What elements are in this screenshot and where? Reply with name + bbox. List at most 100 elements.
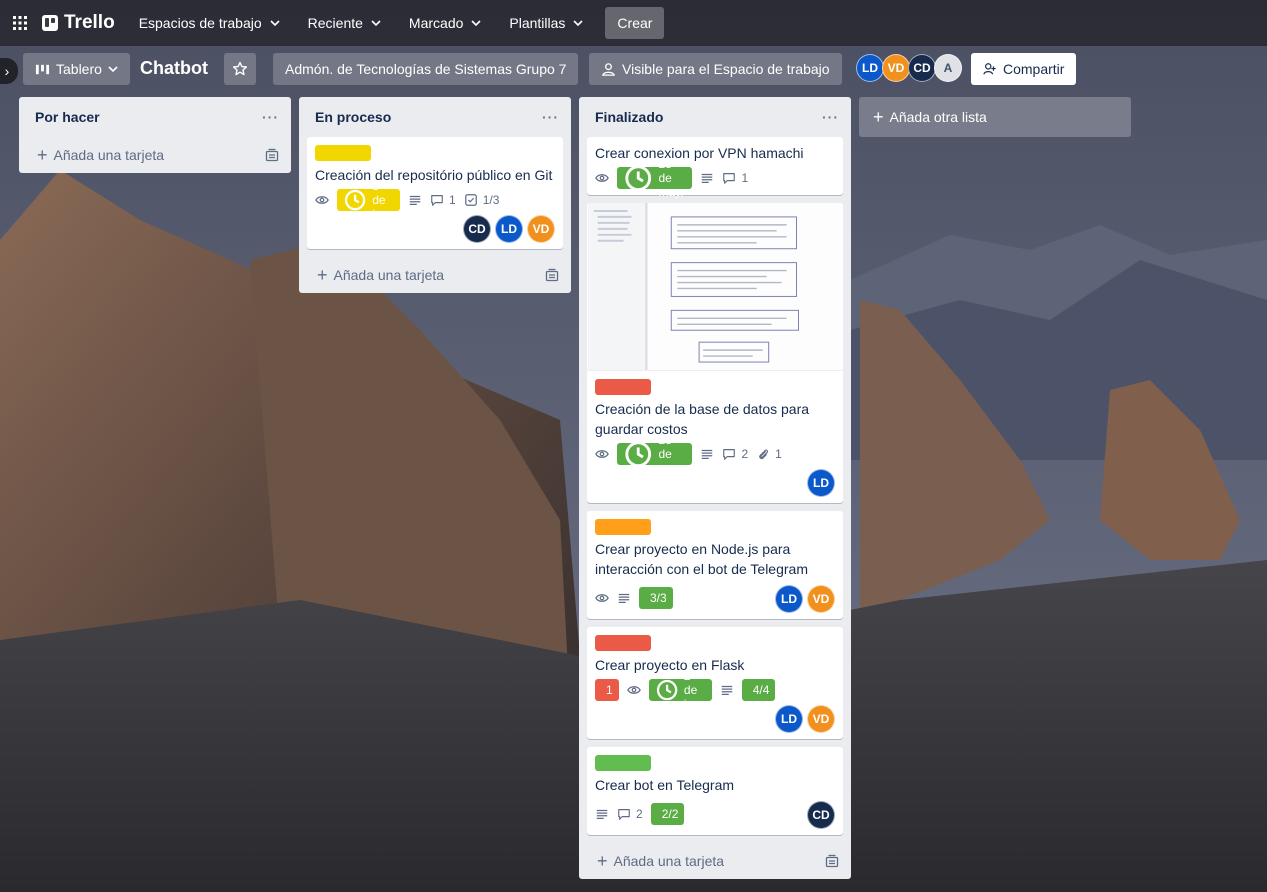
nav-recent[interactable]: Reciente xyxy=(296,7,393,39)
share-button[interactable]: Compartir xyxy=(971,53,1077,85)
description-icon xyxy=(700,447,714,461)
app-switcher-icon[interactable] xyxy=(4,7,36,39)
card-label[interactable] xyxy=(595,519,651,535)
list-en-proceso: En proceso ··· Creación del repositório … xyxy=(299,97,571,293)
checklist-count: 1/3 xyxy=(482,193,500,207)
workspace-visibility-icon xyxy=(602,62,615,76)
card-label[interactable] xyxy=(595,755,651,771)
avatar[interactable]: CD xyxy=(807,801,835,829)
comments-badge: 1 xyxy=(722,171,748,185)
chevron-down-icon xyxy=(270,18,280,28)
visibility-button[interactable]: Visible para el Espacio de trabajo xyxy=(589,53,842,85)
card-template-icon[interactable] xyxy=(545,268,559,282)
card-members: CD xyxy=(807,801,835,829)
trello-logo[interactable]: Trello xyxy=(40,12,123,34)
avatar[interactable]: CD xyxy=(908,54,936,82)
due-date-badge[interactable]: 2 de jun. xyxy=(648,669,712,711)
description-icon xyxy=(595,807,609,821)
card-badges: 2 2/2 xyxy=(595,803,685,827)
share-label: Compartir xyxy=(1003,61,1065,77)
avatar[interactable]: LD xyxy=(775,585,803,613)
list-menu-icon[interactable]: ··· xyxy=(262,109,283,125)
star-board-button[interactable] xyxy=(224,53,256,85)
add-card-button[interactable]: + Añada una tarjeta xyxy=(307,257,563,293)
chevron-right-icon: › xyxy=(4,63,10,79)
comment-icon xyxy=(618,809,630,820)
board-view-switcher[interactable]: Tablero xyxy=(23,53,130,85)
avatar[interactable]: VD xyxy=(527,215,555,243)
add-card-button[interactable]: + Añada una tarjeta xyxy=(587,843,843,879)
list-title[interactable]: En proceso xyxy=(315,109,391,125)
avatar[interactable]: A xyxy=(934,54,962,82)
checklist-count: 3/3 xyxy=(650,591,667,605)
card-cover-image[interactable] xyxy=(587,203,843,371)
nav-workspaces[interactable]: Espacios de trabajo xyxy=(127,7,292,39)
card[interactable]: Creación del repositório público en Git … xyxy=(307,137,563,249)
card[interactable]: Crear proyecto en Node.js para interacci… xyxy=(587,511,843,619)
board-view-label: Tablero xyxy=(56,61,102,77)
plus-icon: + xyxy=(317,265,328,285)
card-label[interactable] xyxy=(595,379,651,395)
avatar[interactable]: LD xyxy=(856,54,884,82)
add-card-label: Añada una tarjeta xyxy=(53,147,165,163)
card-title: Crear proyecto en Flask xyxy=(595,657,745,673)
add-card-button[interactable]: + Añada una tarjeta xyxy=(27,137,283,173)
list-menu-icon[interactable]: ··· xyxy=(822,109,843,125)
card-template-icon[interactable] xyxy=(265,148,279,162)
add-card-label: Añada una tarjeta xyxy=(333,267,445,283)
card-label[interactable] xyxy=(595,635,651,651)
avatar[interactable]: LD xyxy=(495,215,523,243)
avatar[interactable]: VD xyxy=(807,585,835,613)
avatar[interactable]: VD xyxy=(882,54,910,82)
checklist-badge[interactable]: 3/3 xyxy=(639,587,673,609)
due-date-badge[interactable]: 28 de may. xyxy=(617,157,693,199)
notification-badge[interactable]: 1 xyxy=(595,679,619,701)
add-list-button[interactable]: + Añada otra lista xyxy=(859,97,1131,137)
board-title[interactable]: Chatbot xyxy=(140,58,208,79)
checklist-badge[interactable]: 4/4 xyxy=(741,679,776,701)
sidebar-toggle-button[interactable]: › xyxy=(0,58,18,84)
checklist-count: 4/4 xyxy=(752,683,770,697)
avatar[interactable]: CD xyxy=(463,215,491,243)
nav-starred[interactable]: Marcado xyxy=(397,7,493,39)
due-date-badge[interactable]: 28 de may. xyxy=(617,433,693,475)
due-date-text: 28 de may. xyxy=(658,433,684,475)
app-name: Trello xyxy=(64,12,115,33)
attachments-badge: 1 xyxy=(756,447,782,461)
clock-icon xyxy=(344,189,366,211)
card-label[interactable] xyxy=(315,145,371,161)
due-date-badge[interactable]: 3 de jun. xyxy=(337,179,401,221)
list-title[interactable]: Por hacer xyxy=(35,109,100,125)
comments-count: 2 xyxy=(741,447,749,461)
avatar[interactable]: LD xyxy=(807,469,835,497)
list-por-hacer: Por hacer ··· + Añada una tarjeta xyxy=(19,97,291,173)
card-template-icon[interactable] xyxy=(825,854,839,868)
nav-templates[interactable]: Plantillas xyxy=(497,7,595,39)
board-header: › Tablero Chatbot Admón. de Tecnologías … xyxy=(0,50,1267,90)
card[interactable]: Crear conexion por VPN hamachi 28 de may… xyxy=(587,137,843,199)
nav-starred-label: Marcado xyxy=(408,15,464,31)
card-badges: 3/3 xyxy=(595,587,673,611)
watching-icon xyxy=(315,193,329,207)
list-title[interactable]: Finalizado xyxy=(595,109,663,125)
clock-icon xyxy=(625,441,652,467)
add-member-icon xyxy=(983,63,996,75)
list-menu-icon[interactable]: ··· xyxy=(542,109,563,125)
nav-workspaces-label: Espacios de trabajo xyxy=(138,15,262,31)
description-icon xyxy=(408,193,422,207)
checklist-count: 2/2 xyxy=(661,807,679,821)
list-header: Finalizado ··· xyxy=(587,97,843,137)
watching-icon xyxy=(626,683,641,697)
avatar[interactable]: VD xyxy=(807,705,835,733)
comments-badge: 2 xyxy=(722,447,748,461)
create-button[interactable]: Crear xyxy=(605,7,665,39)
card-title: Crear bot en Telegram xyxy=(595,777,735,793)
workspace-button[interactable]: Admón. de Tecnologías de Sistemas Grupo … xyxy=(273,53,579,85)
checklist-badge[interactable]: 2/2 xyxy=(650,803,685,825)
card[interactable]: Crear proyecto en Flask 1 2 de jun. 4/4 … xyxy=(587,627,843,739)
list-finalizado: Finalizado ··· Crear conexion por VPN ha… xyxy=(579,97,851,879)
card[interactable]: Creación de la base de datos para guarda… xyxy=(587,203,843,503)
comment-icon xyxy=(723,173,736,184)
card[interactable]: Crear bot en Telegram 2 2/2 CD xyxy=(587,747,843,835)
avatar[interactable]: LD xyxy=(775,705,803,733)
